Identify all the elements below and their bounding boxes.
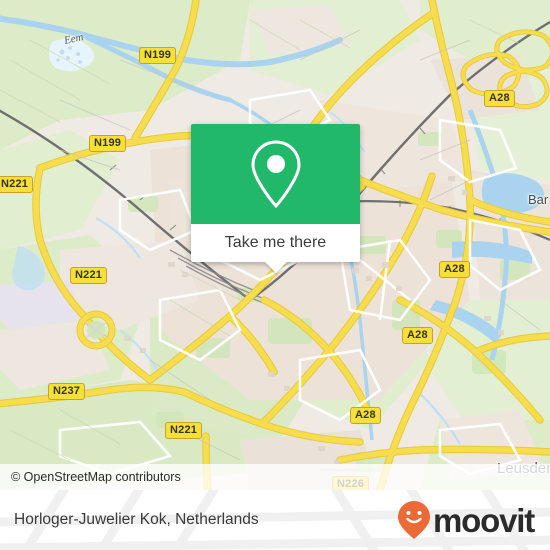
osm-attribution-text: © OpenStreetMap contributors <box>11 470 181 484</box>
map-canvas[interactable]: N199 N199 N221 N221 N237 N221 N226 A28 A… <box>0 0 550 490</box>
moovit-pin-smiley-icon <box>398 501 431 539</box>
moovit-wordmark: moovit <box>433 501 535 539</box>
take-me-there-label: Take me there <box>224 234 327 251</box>
road-shield: N199 <box>89 135 127 152</box>
moovit-brand[interactable]: moovit <box>397 490 535 550</box>
popup-tail <box>264 262 287 273</box>
footer-bar: Horloger-Juwelier Kok, Netherlands moovi… <box>0 490 550 550</box>
road-shield: N221 <box>165 422 203 439</box>
take-me-there-button[interactable]: Take me there <box>191 224 360 273</box>
road-shield: N237 <box>48 383 86 400</box>
moovit-place-map-screenshot: N199 N199 N221 N221 N237 N221 N226 A28 A… <box>0 0 550 550</box>
road-shield: N199 <box>139 47 177 64</box>
place-title: Horloger-Juwelier Kok, Netherlands <box>14 511 259 528</box>
place-popup-card[interactable]: Take me there <box>191 124 360 273</box>
map-pin-icon <box>250 140 301 209</box>
place-label-partial: Bar <box>528 192 549 207</box>
road-shield: A28 <box>402 327 433 344</box>
road-shield: N221 <box>70 267 108 284</box>
road-shield: A28 <box>350 407 381 424</box>
popup-image-area <box>191 124 360 224</box>
map-attribution-bar: © OpenStreetMap contributors <box>0 464 550 490</box>
road-shield: N221 <box>0 176 34 193</box>
road-shield: A28 <box>439 261 470 278</box>
road-shield: A28 <box>484 90 515 107</box>
